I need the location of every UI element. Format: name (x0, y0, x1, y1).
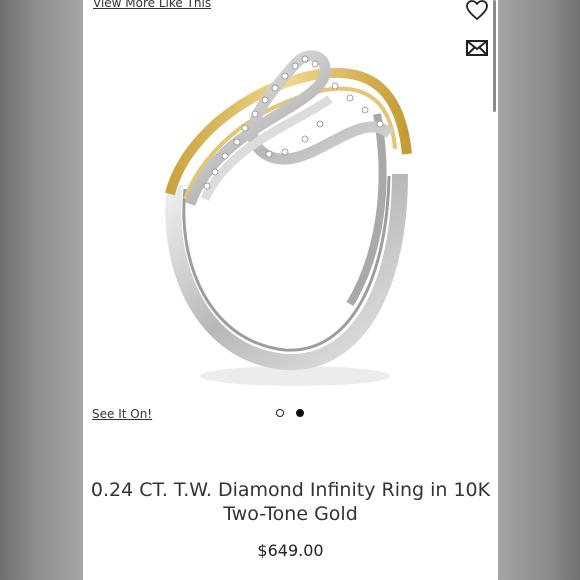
product-price: $649.00 (257, 541, 324, 560)
see-it-on-link[interactable]: See It On! (92, 407, 152, 421)
heart-icon (466, 0, 488, 20)
photo-background-right (498, 0, 580, 580)
product-ring-image[interactable] (145, 24, 445, 394)
photo-background-left (0, 0, 83, 580)
envelope-icon (466, 40, 488, 56)
product-title-line-2: Two-Tone Gold (223, 503, 358, 525)
carousel-dot-1[interactable] (276, 409, 284, 417)
scrollbar[interactable] (493, 0, 496, 112)
product-page: View More Like This See It On! 0.24 CT. … (83, 0, 498, 580)
view-more-like-this-link[interactable]: View More Like This (93, 0, 211, 10)
favorite-button[interactable] (465, 0, 489, 22)
email-share-button[interactable] (465, 38, 489, 58)
product-title: 0.24 CT. T.W. Diamond Infinity Ring in 1… (83, 478, 498, 526)
carousel-dot-2-active[interactable] (296, 409, 304, 417)
product-title-line-1: 0.24 CT. T.W. Diamond Infinity Ring in 1… (90, 479, 491, 501)
